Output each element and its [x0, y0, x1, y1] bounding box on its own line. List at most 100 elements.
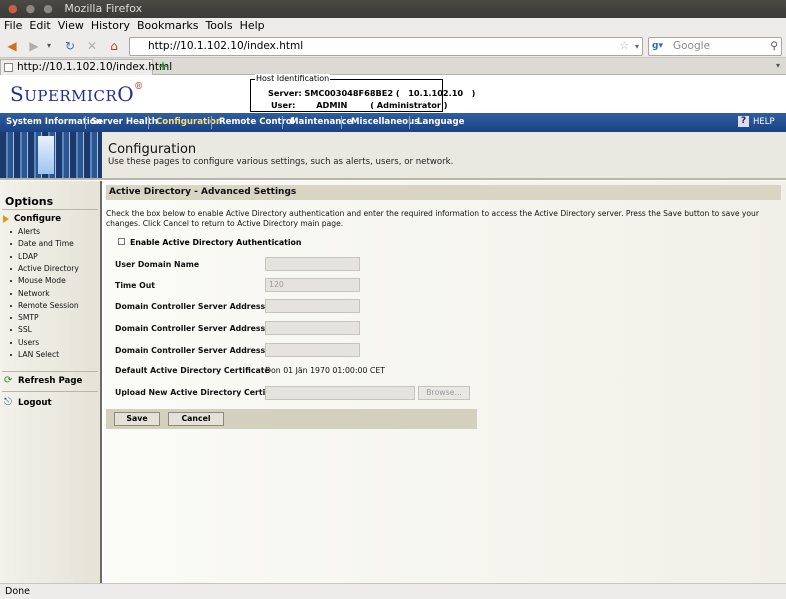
menu-help[interactable]: Help [236, 18, 268, 34]
nav-system-information[interactable]: System Information [6, 113, 102, 132]
sidebar-item-users[interactable]: Users [18, 338, 39, 347]
sidebar-item-alerts[interactable]: Alerts [18, 227, 40, 236]
host-identification-box: Host Identification Server: SMC003048F68… [250, 74, 475, 112]
status-bar: Done [0, 583, 786, 599]
browser-tab[interactable]: http://10.1.102.10/index.html [0, 59, 172, 75]
menu-bookmarks[interactable]: Bookmarks [133, 18, 201, 34]
user-domain-input[interactable] [265, 257, 360, 271]
stop-icon[interactable]: ✕ [83, 37, 101, 55]
menu-tools[interactable]: Tools [201, 18, 235, 34]
options-sidebar: Options Configure ⟳ Refresh Page ⎋ Logou… [0, 181, 102, 583]
bullet-icon [10, 267, 12, 270]
timeout-input[interactable]: 120 [265, 278, 360, 292]
sidebar-item-mouse-mode[interactable]: Mouse Mode [18, 276, 66, 285]
sidebar-item-smtp[interactable]: SMTP [18, 313, 39, 322]
bullet-icon [10, 304, 12, 307]
bullet-icon [10, 255, 12, 258]
sidebar-item-remote-session[interactable]: Remote Session [18, 301, 79, 310]
back-icon[interactable]: ◀ [3, 37, 21, 55]
tab-bar: http://10.1.102.10/index.html + ▾ [0, 58, 786, 75]
options-heading: Options [5, 195, 54, 208]
web-page: SUPERMICRO® Host Identification Server: … [0, 74, 786, 583]
dc2-label: Domain Controller Server Address2 [115, 324, 271, 333]
sidebar-configure[interactable]: Configure [14, 214, 61, 224]
supermicro-logo: SUPERMICRO® [10, 82, 144, 106]
window-titlebar: ● ● ● Mozilla Firefox [0, 0, 786, 18]
settings-panel: Active Directory - Advanced Settings Che… [104, 181, 786, 583]
search-engine-icon[interactable]: g▾ [652, 40, 668, 53]
sidebar-item-ssl[interactable]: SSL [18, 325, 32, 334]
menu-view[interactable]: View [54, 18, 87, 34]
enable-ad-label: Enable Active Directory Authentication [130, 238, 302, 247]
user-value: ADMIN ( Administrator ) [316, 100, 448, 110]
home-icon[interactable]: ⌂ [105, 37, 123, 55]
bullet-icon [10, 354, 12, 356]
user-info: User: ADMIN ( Administrator ) [271, 100, 447, 110]
bullet-icon [10, 341, 12, 344]
sidebar-refresh-page[interactable]: Refresh Page [18, 376, 82, 386]
save-button[interactable]: Save [114, 412, 160, 426]
menu-file[interactable]: File [0, 18, 25, 34]
bullet-icon [10, 231, 12, 233]
sidebar-logout[interactable]: Logout [18, 398, 52, 408]
page-description: Use these pages to configure various set… [108, 157, 454, 167]
upload-cert-label: Upload New Active Directory Certificate [115, 388, 290, 397]
dc3-label: Domain Controller Server Address3 [115, 346, 271, 355]
search-input[interactable]: g▾ Google ⚲ [648, 37, 782, 56]
url-input[interactable]: http://10.1.102.10/index.html ☆ ▾ [129, 37, 643, 56]
history-dropdown-icon[interactable]: ▾ [44, 37, 54, 55]
forward-icon[interactable]: ▶ [25, 37, 43, 55]
nav-configuration[interactable]: Configuration [156, 113, 222, 132]
search-placeholder: Google [673, 40, 711, 52]
menu-history[interactable]: History [87, 18, 133, 34]
enable-ad-checkbox[interactable] [118, 238, 125, 245]
url-text: http://10.1.102.10/index.html [148, 40, 304, 52]
page-header: SUPERMICRO® Host Identification Server: … [0, 74, 786, 113]
dc1-input[interactable] [265, 299, 360, 313]
search-icon[interactable]: ⚲ [770, 38, 778, 55]
bullet-icon [10, 317, 12, 320]
server-info: Server: SMC003048F68BE2 ( 10.1.102.10 ) [268, 88, 475, 98]
nav-maintenance[interactable]: Maintenance [290, 113, 352, 132]
server-label: Server: [268, 88, 302, 98]
intro-text: Check the box below to enable Active Dir… [106, 209, 759, 228]
close-window-icon[interactable]: ● [8, 2, 18, 15]
section-title: Active Directory - Advanced Settings [106, 185, 781, 200]
dc3-input[interactable] [265, 343, 360, 357]
new-tab-icon[interactable]: + [158, 58, 168, 74]
url-dropdown-icon[interactable]: ▾ [635, 38, 639, 55]
browse-button[interactable]: Browse... [418, 386, 470, 400]
menu-edit[interactable]: Edit [25, 18, 53, 34]
minimize-window-icon[interactable]: ● [26, 2, 36, 15]
logout-icon: ⎋ [4, 397, 12, 408]
menu-bar: File Edit View History Bookmarks Tools Help [0, 18, 786, 34]
status-text: Done [5, 586, 30, 597]
user-label: User: [271, 100, 296, 110]
bookmark-star-icon[interactable]: ☆ [620, 38, 629, 55]
sidebar-item-ldap[interactable]: LDAP [18, 252, 38, 261]
tab-title: http://10.1.102.10/index.html [17, 61, 173, 73]
reload-icon[interactable]: ↻ [61, 37, 79, 55]
maximize-window-icon[interactable]: ● [43, 2, 53, 15]
server-room-image [0, 132, 102, 178]
bullet-icon [10, 280, 12, 283]
page-banner: Configuration Use these pages to configu… [0, 132, 786, 180]
bullet-icon [10, 292, 12, 295]
sidebar-item-lan-select[interactable]: LAN Select [18, 350, 59, 359]
server-value: SMC003048F68BE2 ( 10.1.102.10 ) [304, 88, 476, 98]
sidebar-item-network[interactable]: Network [18, 289, 50, 298]
user-domain-label: User Domain Name [115, 260, 200, 269]
nav-language[interactable]: Language [417, 113, 464, 132]
sidebar-item-date-and-time[interactable]: Date and Time [18, 239, 74, 248]
sidebar-item-active-directory[interactable]: Active Directory [18, 264, 79, 273]
upload-cert-input[interactable] [265, 386, 415, 400]
expanded-arrow-icon [3, 215, 9, 223]
tab-list-icon[interactable]: ▾ [776, 58, 780, 74]
dc2-input[interactable] [265, 321, 360, 335]
help-link[interactable]: ? HELP [738, 116, 775, 129]
main-navigation: System Information Server Health Configu… [0, 113, 786, 132]
cancel-button[interactable]: Cancel [168, 412, 224, 426]
bullet-icon [10, 329, 12, 332]
refresh-icon: ⟳ [4, 375, 13, 386]
nav-remote-control[interactable]: Remote Control [219, 113, 295, 132]
